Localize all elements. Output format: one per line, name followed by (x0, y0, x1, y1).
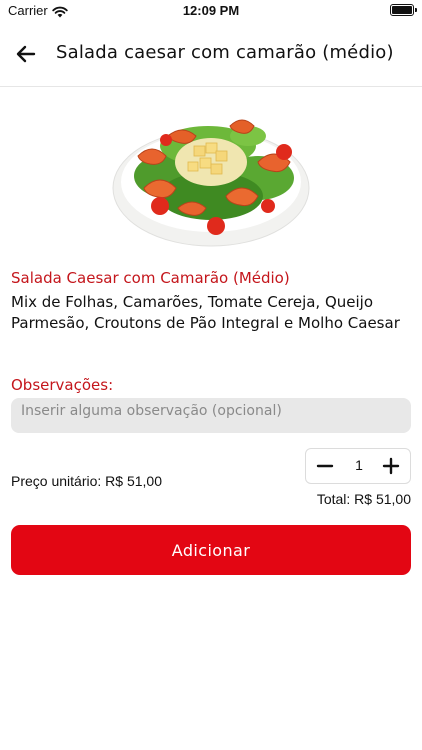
product-image (108, 96, 314, 250)
plus-icon[interactable] (374, 449, 408, 483)
quantity-stepper: 1 (305, 448, 411, 484)
app-header: Salada caesar com camarão (médio) (0, 22, 422, 87)
observations-label: Observações: (11, 376, 114, 394)
product-name: Salada Caesar com Camarão (Médio) (11, 269, 290, 287)
total-price: Total: R$ 51,00 (316, 491, 411, 507)
page-title: Salada caesar com camarão (médio) (56, 42, 394, 63)
status-bar: Carrier 12:09 PM (0, 0, 422, 22)
status-clock: 12:09 PM (182, 3, 240, 18)
minus-icon[interactable] (308, 449, 342, 483)
arrow-left-icon[interactable] (12, 40, 40, 68)
unit-price: Preço unitário: R$ 51,00 (11, 473, 162, 489)
product-description: Mix de Folhas, Camarões, Tomate Cereja, … (11, 293, 400, 332)
add-button[interactable]: Adicionar (11, 525, 411, 575)
quantity-value: 1 (355, 457, 363, 473)
observations-input[interactable] (11, 398, 411, 433)
battery-icon (390, 4, 417, 16)
